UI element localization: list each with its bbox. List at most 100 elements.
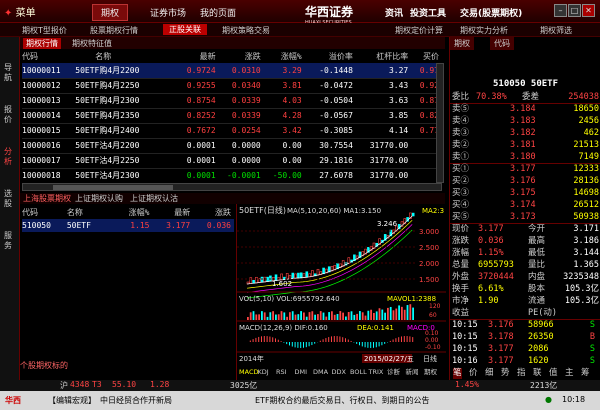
tab-sh-call[interactable]: 上证期权认购 <box>75 193 123 204</box>
news-headline-2[interactable]: ETF期权合约最后交易日、行权日、到期日的公告 <box>255 395 430 406</box>
table-row[interactable]: 10000018 50ETF沽4月2300 0.0001 -0.0001 -50… <box>22 168 442 184</box>
menu-tools[interactable]: 投资工具 <box>410 6 446 19</box>
macd-tick-label: 0.10 <box>425 330 439 337</box>
detail-tabs: 笔价细势指联值主筹 <box>450 368 600 379</box>
tab-sh-stock-options[interactable]: 上海股票期权 <box>23 193 71 204</box>
kline-chart[interactable]: 50ETF(日线) MA(5,10,20,60) MA1:3.150 MA2:3… <box>237 204 446 380</box>
news-headline-1[interactable]: 中日经贸合作开新局 <box>100 395 172 406</box>
sh-value: 4348 <box>70 380 90 389</box>
nav-service[interactable]: 服务 <box>4 231 16 251</box>
table-row[interactable]: 10000015 50ETF购4月2400 0.7672 0.0254 3.42… <box>22 123 442 139</box>
tab-option-quotes[interactable]: 股票期权行情 <box>90 25 138 36</box>
tab-option-filter[interactable]: 期权筛选 <box>540 25 572 36</box>
table-row[interactable]: 10000017 50ETF沽4月2250 0.0001 0.0000 0.00… <box>22 153 442 169</box>
menu-my-page[interactable]: 我的页面 <box>200 6 236 19</box>
macd-bar <box>266 336 268 342</box>
nav-quote[interactable]: 报价 <box>4 105 16 125</box>
nav-stock-select[interactable]: 选股 <box>4 189 16 209</box>
cell-name: 50ETF沽4月2200 <box>75 138 166 154</box>
table-row[interactable]: 10000012 50ETF购4月2250 0.9255 0.0340 3.81… <box>22 78 442 94</box>
tab-pricing-calc[interactable]: 期权定价计算 <box>395 25 443 36</box>
volume-bar <box>331 311 333 320</box>
detail-tab[interactable]: 价 <box>469 368 478 379</box>
nav-analysis[interactable]: 分析 <box>4 147 16 167</box>
table-row[interactable]: 10000013 50ETF购4月2300 0.8754 0.0339 4.03… <box>22 93 442 109</box>
tab-underlying-link[interactable]: 正股关联 <box>163 24 207 35</box>
col-bid[interactable]: 买价 <box>411 50 442 63</box>
underlying-table: 代码 名称 涨幅% 最新 涨跌 510050 50ETF 1.15 3.177 … <box>22 206 234 232</box>
detail-tab[interactable]: 联 <box>533 368 542 379</box>
macd-bar <box>255 337 257 342</box>
tab-strength-analysis[interactable]: 期权实力分析 <box>460 25 508 36</box>
macd-bar <box>305 342 307 348</box>
tab-option-market[interactable]: 期权行情 <box>23 38 61 49</box>
stat-label: 最低 <box>528 248 546 258</box>
col-code[interactable]: 代码 <box>22 50 75 63</box>
volume-bar <box>305 316 308 320</box>
stat-label: 市净 <box>452 296 470 306</box>
volume-bar <box>317 314 319 320</box>
menu-options[interactable]: 期权 <box>92 4 129 21</box>
col-und-pct[interactable]: 涨幅% <box>108 206 153 219</box>
col-leverage[interactable]: 杠杆比率 <box>356 50 411 63</box>
app-menu-button[interactable]: ✦ 菜单 <box>4 4 36 19</box>
tab-strategy-trade[interactable]: 期权策略交易 <box>222 25 270 36</box>
table-row[interactable]: 10000011 50ETF购4月2200 0.9724 0.0310 3.29… <box>22 63 442 79</box>
menu-trade[interactable]: 交易(股票期权) <box>460 6 522 19</box>
detail-tab[interactable]: 值 <box>549 368 558 379</box>
col-pct[interactable]: 涨幅% <box>264 50 305 63</box>
tab-sh-put[interactable]: 上证期权认沽 <box>130 193 178 204</box>
table-row[interactable]: 10000016 50ETF沽4月2200 0.0001 0.0000 0.00… <box>22 138 442 154</box>
col-und-code[interactable]: 代码 <box>22 206 67 219</box>
bid-row: 买① 3.177 12333 <box>450 164 600 175</box>
detail-tab[interactable]: 主 <box>565 368 574 379</box>
tab-rp-code[interactable]: 代码 <box>490 37 514 50</box>
volume-bar <box>364 315 367 320</box>
col-und-name[interactable]: 名称 <box>67 206 108 219</box>
underlying-footer-tab[interactable]: 个股期权标的 <box>20 360 235 371</box>
scroll-thumb[interactable] <box>53 185 173 190</box>
table-row[interactable]: 510050 50ETF 1.15 3.177 0.036 <box>22 219 234 232</box>
macd-bar <box>294 342 296 348</box>
col-und-chg[interactable]: 涨跌 <box>193 206 234 219</box>
col-name[interactable]: 名称 <box>75 50 165 63</box>
volume-bar <box>303 312 305 320</box>
macd-bar <box>373 342 374 348</box>
cell-pct: 0.00 <box>263 153 305 169</box>
col-last[interactable]: 最新 <box>165 50 218 63</box>
macd-bar <box>297 342 299 348</box>
stat-row: 市净 1.90 流通 105.3亿 <box>450 296 600 307</box>
table-row[interactable]: 10000014 50ETF购4月2350 0.8252 0.0339 4.28… <box>22 108 442 124</box>
kline-chart-panel[interactable]: 50ETF(日线) MA(5,10,20,60) MA1:3.150 MA2:3… <box>236 204 446 380</box>
news-label[interactable]: 【编辑宏观】 <box>48 395 96 406</box>
maximize-icon[interactable]: □ <box>568 4 581 17</box>
detail-tab[interactable]: 指 <box>517 368 526 379</box>
volume-bar <box>381 309 384 320</box>
tick-time: 10:15 <box>452 320 478 330</box>
col-chg[interactable]: 涨跌 <box>219 50 264 63</box>
table-horizontal-scrollbar[interactable] <box>22 183 442 191</box>
macd-bar <box>319 340 321 342</box>
detail-tab[interactable]: 势 <box>501 368 510 379</box>
cell-leverage: 31770.00 <box>355 168 412 184</box>
detail-tab[interactable]: 筹 <box>581 368 590 379</box>
stat-value: 3235348 <box>563 272 599 282</box>
detail-tab[interactable]: 细 <box>485 368 494 379</box>
minimize-icon[interactable]: – <box>554 4 567 17</box>
nav-guide[interactable]: 导航 <box>4 63 16 83</box>
menu-securities-market[interactable]: 证券市场 <box>150 6 186 19</box>
close-icon[interactable]: ✕ <box>582 4 595 17</box>
ask-label: 卖⑤ <box>452 104 470 114</box>
macd-bar <box>361 342 363 347</box>
volume-bar <box>300 311 302 320</box>
cell-leverage: 3.85 <box>355 108 412 124</box>
col-premium[interactable]: 溢价率 <box>305 50 356 63</box>
tab-option-features[interactable]: 期权特征值 <box>72 38 112 49</box>
menu-news[interactable]: 资讯 <box>385 6 403 19</box>
col-und-last[interactable]: 最新 <box>152 206 193 219</box>
tab-rp-options[interactable]: 期权 <box>450 37 474 50</box>
tab-t-quote[interactable]: 期权T型报价 <box>22 25 67 36</box>
bid-price: 3.175 <box>510 188 536 198</box>
table-vertical-scrollbar[interactable] <box>436 63 444 183</box>
detail-tab[interactable]: 笔 <box>453 368 462 379</box>
